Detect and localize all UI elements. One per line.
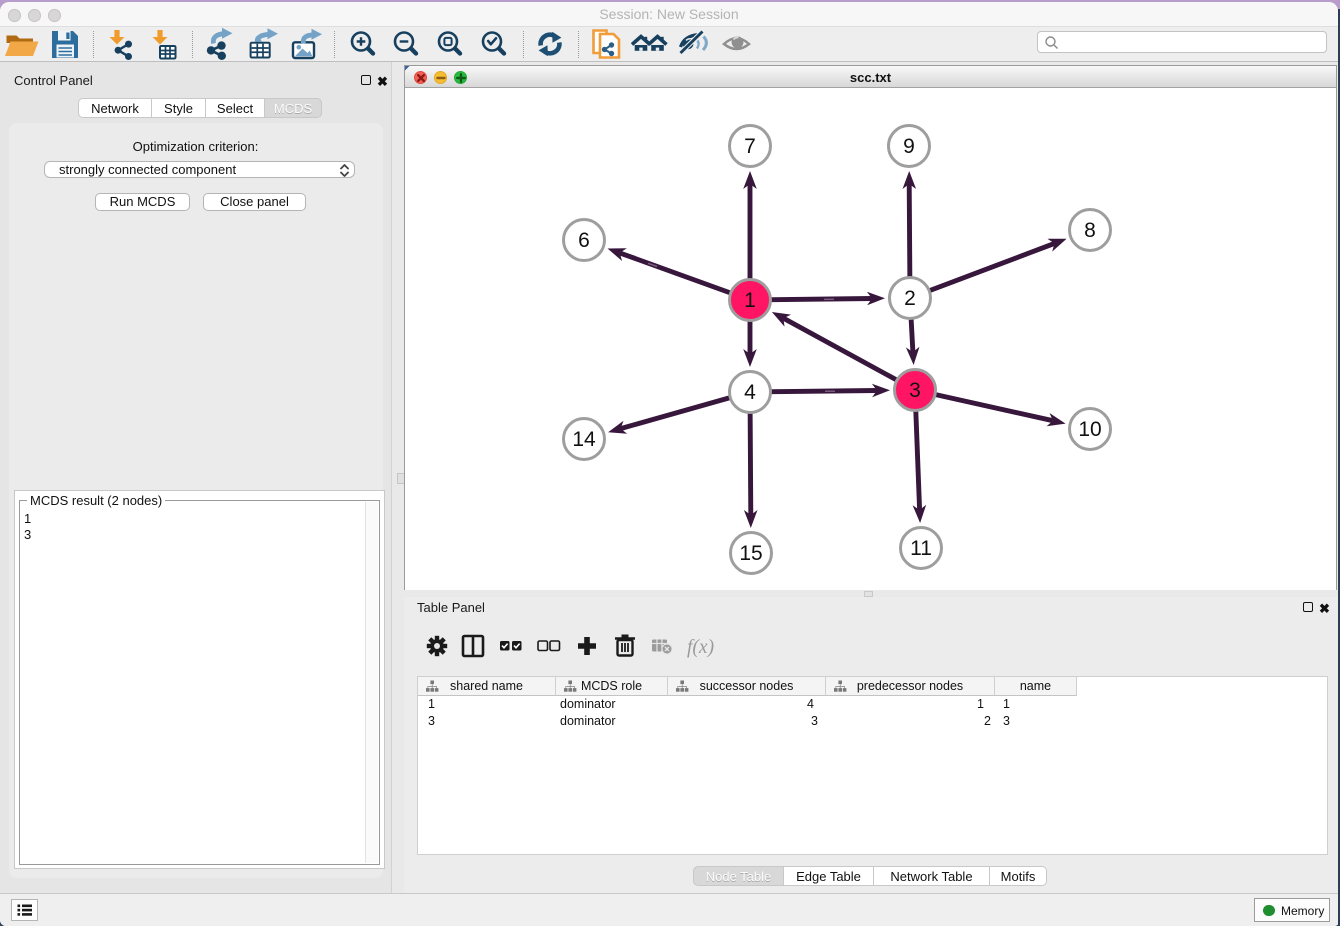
- svg-text:1: 1: [744, 289, 756, 312]
- svg-text:6: 6: [578, 229, 590, 252]
- svg-text:8: 8: [1084, 219, 1096, 242]
- svg-text:10: 10: [1078, 418, 1101, 441]
- svg-text:7: 7: [744, 135, 756, 158]
- svg-text:4: 4: [744, 381, 756, 404]
- svg-text:14: 14: [572, 428, 596, 451]
- svg-text:15: 15: [739, 542, 762, 565]
- svg-text:11: 11: [910, 537, 932, 560]
- svg-text:2: 2: [904, 287, 916, 310]
- svg-text:9: 9: [903, 135, 915, 158]
- svg-text:f(x): f(x): [687, 637, 714, 658]
- svg-text:3: 3: [909, 379, 921, 402]
